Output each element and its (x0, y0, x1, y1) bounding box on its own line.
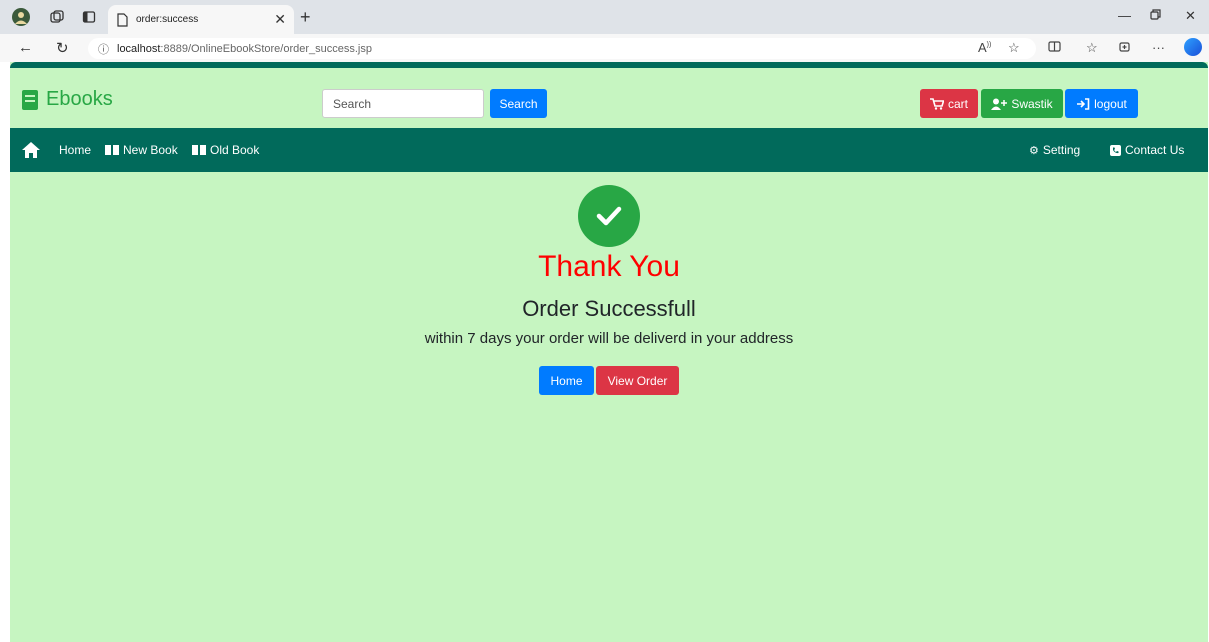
cart-button[interactable]: cart (920, 89, 978, 118)
logout-label: logout (1094, 96, 1127, 111)
nav-contact[interactable]: Contact Us (1110, 143, 1184, 157)
nav-setting[interactable]: ⚙ Setting (1029, 143, 1080, 157)
main-navbar: Home New Book Old Book ⚙ Setting Contact… (10, 128, 1208, 172)
profile-avatar-icon[interactable] (12, 8, 30, 26)
check-circle-icon (578, 185, 640, 247)
brand-logo[interactable]: Ebooks (22, 88, 113, 111)
page: Ebooks Search cart Swastik logout Home N… (10, 62, 1208, 642)
restore-icon[interactable] (1150, 8, 1161, 23)
site-info-icon[interactable]: ⓘ (98, 41, 109, 57)
refresh-icon[interactable]: ↻ (56, 39, 69, 57)
cart-label: cart (947, 96, 968, 111)
user-button[interactable]: Swastik (981, 89, 1063, 118)
site-header: Ebooks Search cart Swastik logout (10, 68, 1208, 128)
url-path: :8889/OnlineEbookStore/order_success.jsp (160, 42, 372, 55)
logout-button[interactable]: logout (1065, 89, 1138, 118)
nav-new-book-label: New Book (123, 143, 178, 157)
nav-old-book[interactable]: Old Book (192, 143, 259, 157)
sign-in-icon (1077, 97, 1090, 110)
home-button[interactable]: Home (539, 366, 594, 395)
split-screen-icon[interactable] (1048, 40, 1061, 56)
back-icon[interactable]: ← (18, 39, 33, 56)
tab-actions-icon[interactable] (80, 8, 98, 26)
nav-home[interactable]: Home (59, 143, 91, 157)
open-book-icon (105, 145, 119, 155)
home-icon[interactable] (22, 142, 40, 161)
cart-icon (929, 97, 944, 110)
search-input[interactable] (322, 89, 484, 118)
nav-old-book-label: Old Book (210, 143, 260, 157)
phone-square-icon (1110, 144, 1121, 156)
view-order-button[interactable]: View Order (596, 366, 679, 395)
minimize-icon[interactable]: — (1118, 8, 1131, 23)
page-icon (117, 12, 128, 27)
browser-tab[interactable]: order:success ✕ (108, 5, 294, 34)
workspaces-icon[interactable] (48, 8, 66, 26)
nav-new-book[interactable]: New Book (105, 143, 178, 157)
delivery-message: within 7 days your order will be deliver… (424, 330, 794, 347)
url-host: localhost (117, 42, 161, 55)
user-plus-icon (991, 98, 1008, 110)
browser-tab-bar: order:success ✕ + — ✕ (0, 0, 1209, 34)
collections-icon[interactable] (1118, 40, 1131, 56)
read-aloud-icon[interactable]: A)) (978, 40, 991, 55)
book-icon (22, 89, 38, 110)
browser-address-bar: ← ↻ ⓘ localhost:8889/OnlineEbookStore/or… (0, 34, 1209, 62)
favorites-icon[interactable]: ☆ (1086, 40, 1098, 56)
order-success-heading: Order Successfull (522, 296, 696, 321)
more-menu-icon[interactable]: ··· (1152, 40, 1165, 55)
favorite-star-icon[interactable]: ☆ (1008, 40, 1020, 56)
url-field[interactable]: ⓘ localhost:8889/OnlineEbookStore/order_… (88, 38, 1036, 59)
close-window-icon[interactable]: ✕ (1185, 8, 1196, 24)
tab-title: order:success (136, 14, 199, 25)
nav-setting-label: Setting (1042, 143, 1081, 157)
thank-you-heading: Thank You (538, 250, 680, 283)
search-button[interactable]: Search (490, 89, 547, 118)
copilot-icon[interactable] (1184, 38, 1202, 56)
nav-home-label: Home (59, 143, 92, 157)
cogs-icon: ⚙ (1029, 144, 1039, 157)
new-tab-icon[interactable]: + (300, 7, 311, 28)
close-tab-icon[interactable]: ✕ (274, 11, 286, 28)
brand-name: Ebooks (46, 88, 113, 110)
user-label: Swastik (1011, 96, 1053, 111)
open-book-icon (192, 145, 206, 155)
nav-contact-label: Contact Us (1125, 143, 1185, 157)
